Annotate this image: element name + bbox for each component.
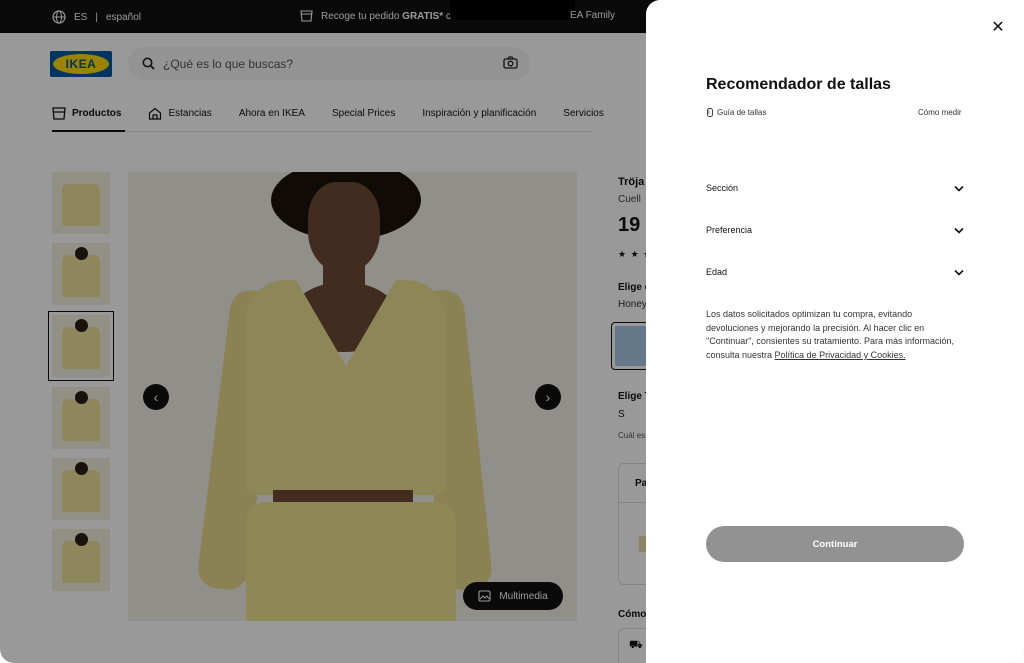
- close-button[interactable]: ✕: [990, 20, 1006, 36]
- chevron-down-icon: [954, 185, 964, 192]
- how-to-measure-link[interactable]: Cómo medir: [918, 108, 962, 117]
- select-edad[interactable]: Edad: [706, 263, 964, 281]
- privacy-notice: Los datos solicitados optimizan tu compr…: [706, 308, 954, 362]
- select-label: Sección: [706, 183, 739, 193]
- select-preferencia[interactable]: Preferencia: [706, 221, 964, 239]
- chevron-down-icon: [954, 269, 964, 276]
- panel-title: Recomendador de tallas: [706, 76, 891, 93]
- close-icon: ✕: [991, 19, 1005, 36]
- ruler-icon: [707, 108, 713, 117]
- chevron-down-icon: [954, 227, 964, 234]
- size-guide-label: Guía de tallas: [717, 108, 767, 117]
- privacy-policy-link[interactable]: Política de Privacidad y Cookies.: [775, 350, 906, 360]
- select-seccion[interactable]: Sección: [706, 179, 964, 197]
- page: ES | español Recoge tu pedido GRATIS* co…: [0, 0, 1024, 663]
- continue-button[interactable]: Continuar: [706, 526, 964, 562]
- select-label: Edad: [706, 267, 728, 277]
- select-label: Preferencia: [706, 225, 753, 235]
- size-guide-link[interactable]: Guía de tallas: [706, 108, 766, 117]
